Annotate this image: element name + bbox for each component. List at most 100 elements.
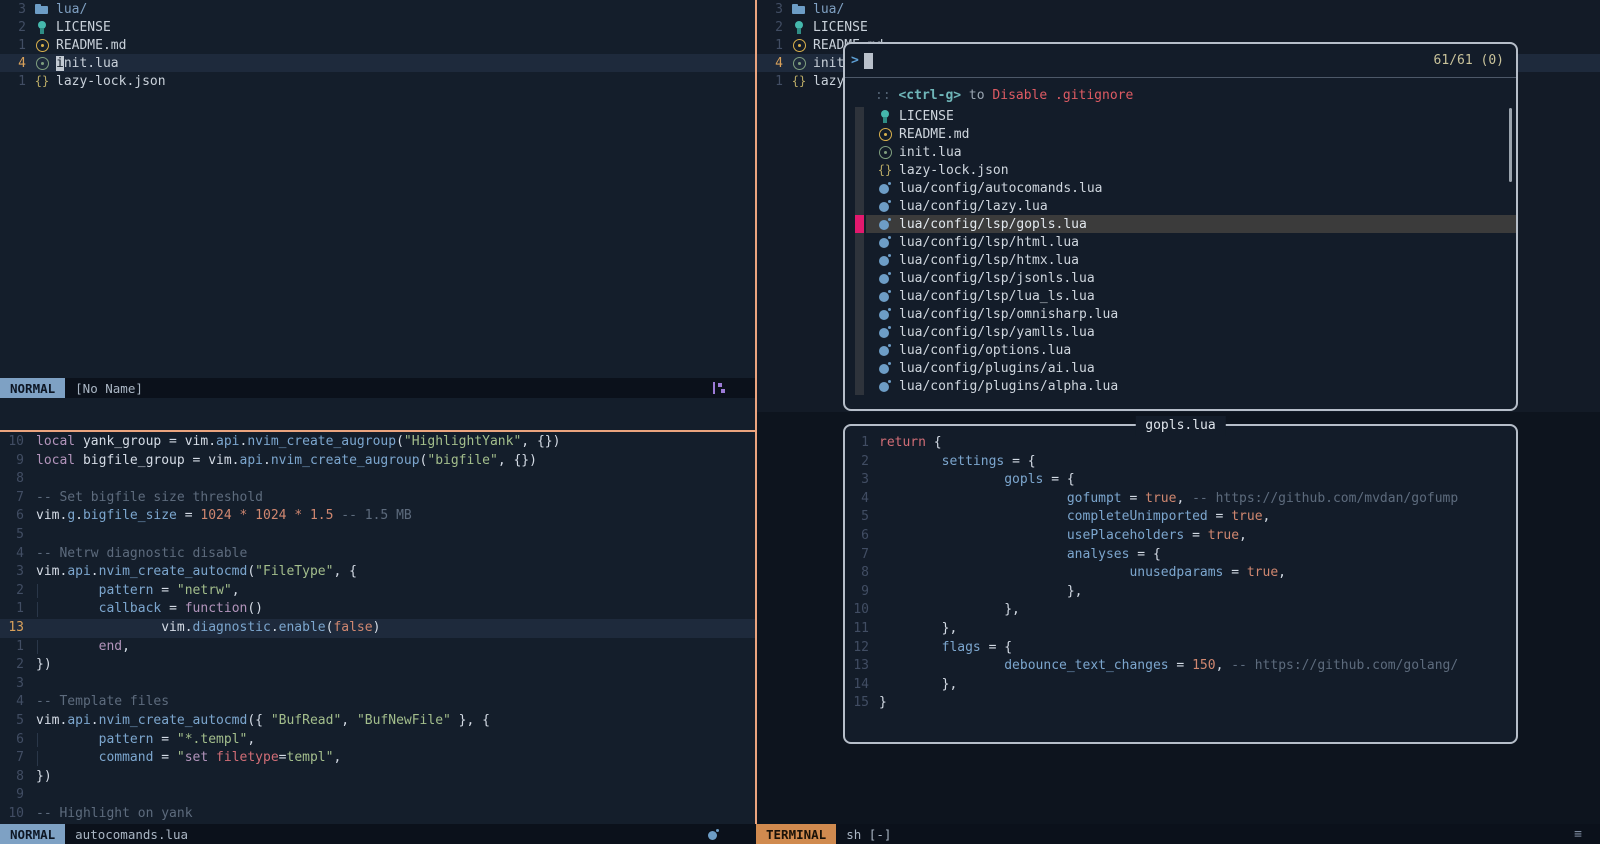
- fzf-result-item[interactable]: lua/config/lsp/lua_ls.lua: [845, 287, 1516, 305]
- code-token: to: [961, 88, 992, 103]
- file-name: lua/: [813, 2, 844, 17]
- fzf-result-item[interactable]: lua/config/lsp/yamlls.lua: [845, 323, 1516, 341]
- code-token: ({: [247, 713, 270, 728]
- code-token: true: [1145, 491, 1176, 506]
- code-text: -- Highlight on yank: [36, 805, 193, 824]
- explorer-file-row[interactable]: 3lua/: [757, 0, 1600, 18]
- fzf-scrollbar[interactable]: [1509, 108, 1512, 182]
- code-line: 15}: [849, 694, 1512, 713]
- code-token: yank_group = vim.: [75, 434, 216, 449]
- lua-icon: [877, 306, 893, 322]
- fzf-result-item[interactable]: lua/config/plugins/ai.lua: [845, 359, 1516, 377]
- code-token: ,: [1278, 565, 1286, 580]
- code-token: }): [36, 769, 52, 784]
- code-text: -- Netrw diagnostic disable: [36, 545, 247, 564]
- code-token: .: [271, 620, 279, 635]
- code-text: },: [879, 620, 957, 639]
- preview-window: gopls.lua 1return {2 settings = {3 gopls…: [843, 424, 1518, 744]
- list-icon: ≡: [1574, 827, 1582, 842]
- lua-icon: [877, 180, 893, 196]
- code-text: local bigfile_group = vim.api.nvim_creat…: [36, 452, 537, 471]
- code-text: vim.api.nvim_create_autocmd({ "BufRead",…: [36, 712, 490, 731]
- code-token: vim.: [36, 713, 67, 728]
- code-line: 7 analyses = {: [849, 546, 1512, 565]
- preview-code: 1return {2 settings = {3 gopls = {4 gofu…: [849, 434, 1512, 738]
- code-token: = {: [981, 640, 1012, 655]
- code-editor[interactable]: 10local yank_group = vim.api.nvim_create…: [0, 433, 755, 824]
- code-token: nvim_create_autocmd: [99, 564, 248, 579]
- explorer-file-row[interactable]: 4init.lua: [0, 54, 755, 72]
- fzf-prompt-input[interactable]: > 61/61 (0): [845, 44, 1516, 78]
- code-token: "*.templ": [177, 732, 247, 747]
- code-token: [36, 732, 99, 747]
- line-number: 9: [849, 583, 879, 602]
- explorer-file-row[interactable]: 3lua/: [0, 0, 755, 18]
- explorer-file-row[interactable]: 1{}lazy-lock.json: [0, 72, 755, 90]
- luagreen-icon: [877, 144, 893, 160]
- fzf-result-item[interactable]: lua/config/lsp/html.lua: [845, 233, 1516, 251]
- code-token: completeUnimported: [1067, 509, 1208, 524]
- code-text: },: [879, 601, 1020, 620]
- lua-icon: [877, 288, 893, 304]
- line-number: 3: [849, 471, 879, 490]
- code-token: [36, 639, 99, 654]
- code-token: nvim_create_augroup: [271, 453, 420, 468]
- code-line: 5 completeUnimported = true,: [849, 508, 1512, 527]
- line-number: 5: [0, 526, 36, 545]
- code-token: ,: [333, 750, 341, 765]
- fzf-result-item[interactable]: init.lua: [845, 143, 1516, 161]
- mode-badge: NORMAL: [0, 824, 65, 844]
- file-name: README.md: [56, 38, 126, 53]
- code-text: flags = {: [879, 639, 1012, 658]
- code-text: -- Set bigfile size threshold: [36, 489, 263, 508]
- fzf-result-item[interactable]: {}lazy-lock.json: [845, 161, 1516, 179]
- statusline-terminal-name: sh [-]: [846, 827, 891, 842]
- code-line: 7-- Set bigfile size threshold: [0, 489, 755, 508]
- code-token: vim.: [36, 564, 67, 579]
- preview-title: gopls.lua: [1135, 416, 1225, 436]
- line-number: 8: [0, 470, 36, 489]
- code-token: 150: [1192, 658, 1215, 673]
- code-token: =: [1208, 509, 1231, 524]
- fzf-result-item[interactable]: lua/config/lsp/omnisharp.lua: [845, 305, 1516, 323]
- fzf-header-hint: :: <ctrl-g> to Disable .gitignore: [845, 87, 1516, 105]
- fzf-result-item[interactable]: lua/config/plugins/alpha.lua: [845, 377, 1516, 395]
- code-token: ,: [122, 639, 130, 654]
- explorer-file-row[interactable]: 2LICENSE: [0, 18, 755, 36]
- code-line: 3vim.api.nvim_create_autocmd("FileType",…: [0, 563, 755, 582]
- code-token: local: [36, 434, 75, 449]
- line-number: 7: [0, 489, 36, 508]
- file-name: README.md: [899, 127, 969, 142]
- fzf-result-item[interactable]: lua/config/lsp/gopls.lua: [845, 215, 1516, 233]
- fzf-result-item[interactable]: lua/config/lsp/htmx.lua: [845, 251, 1516, 269]
- file-name: LICENSE: [813, 20, 868, 35]
- fzf-result-item[interactable]: lua/config/lazy.lua: [845, 197, 1516, 215]
- line-number: 5: [849, 508, 879, 527]
- fzf-result-item[interactable]: LICENSE: [845, 107, 1516, 125]
- code-token: [247, 508, 255, 523]
- fzf-result-item[interactable]: lua/config/lsp/jsonls.lua: [845, 269, 1516, 287]
- code-token: return: [879, 435, 926, 450]
- code-line: 13 debounce_text_changes = 150, -- https…: [849, 657, 1512, 676]
- code-text: },: [879, 583, 1083, 602]
- code-token: =: [1223, 565, 1246, 580]
- code-token: (: [247, 564, 255, 579]
- window-separator-vertical[interactable]: [755, 0, 757, 824]
- code-token: ,: [341, 713, 357, 728]
- code-token: pattern: [99, 732, 154, 747]
- code-token: =: [153, 732, 176, 747]
- code-line: 5vim.api.nvim_create_autocmd({ "BufRead"…: [0, 712, 755, 731]
- file-name: lua/config/lsp/yamlls.lua: [899, 325, 1095, 340]
- explorer-file-row[interactable]: 1README.md: [0, 36, 755, 54]
- lua-filetype-icon: [706, 826, 722, 842]
- license-icon: [791, 19, 807, 35]
- fzf-result-item[interactable]: README.md: [845, 125, 1516, 143]
- window-separator-horizontal[interactable]: [0, 430, 755, 432]
- line-number: 1: [757, 38, 783, 53]
- explorer-file-row[interactable]: 2LICENSE: [757, 18, 1600, 36]
- fzf-result-item[interactable]: lua/config/options.lua: [845, 341, 1516, 359]
- code-token: (: [396, 434, 404, 449]
- line-number: 4: [849, 490, 879, 509]
- code-token: =: [1184, 528, 1207, 543]
- fzf-result-item[interactable]: lua/config/autocomands.lua: [845, 179, 1516, 197]
